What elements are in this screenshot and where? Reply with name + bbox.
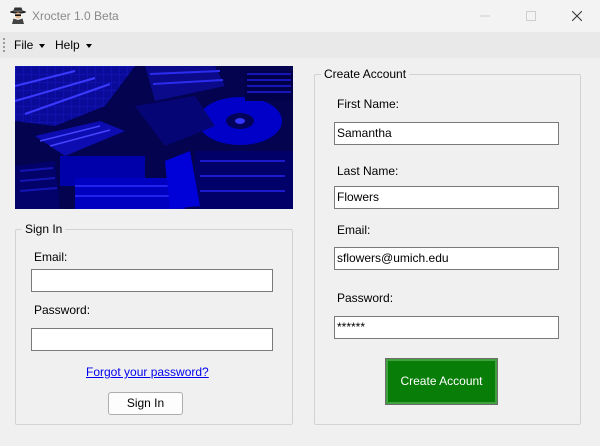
first-name-label: First Name: bbox=[337, 97, 400, 111]
maximize-icon bbox=[526, 11, 536, 21]
create-password-label: Password: bbox=[337, 291, 394, 305]
title-bar: Xrocter 1.0 Beta bbox=[0, 0, 600, 32]
maximize-button[interactable] bbox=[508, 0, 554, 32]
menu-grip[interactable] bbox=[3, 38, 5, 52]
create-account-button[interactable]: Create Account bbox=[385, 358, 498, 405]
forgot-password-link[interactable]: Forgot your password? bbox=[86, 365, 209, 379]
minimize-button[interactable] bbox=[462, 0, 508, 32]
last-name-input[interactable]: Flowers bbox=[334, 186, 559, 209]
create-email-label: Email: bbox=[337, 223, 371, 237]
menu-help-label: Help bbox=[55, 38, 80, 52]
sign-in-email-label: Email: bbox=[34, 250, 68, 264]
banner-image bbox=[15, 66, 293, 209]
create-email-input[interactable]: sflowers@umich.edu bbox=[334, 247, 559, 270]
window-title: Xrocter 1.0 Beta bbox=[32, 9, 119, 23]
menu-bar: File Help bbox=[0, 32, 600, 58]
chevron-down-icon bbox=[85, 43, 92, 48]
spy-agent-icon bbox=[9, 6, 27, 24]
last-name-label: Last Name: bbox=[337, 164, 399, 178]
chevron-down-icon bbox=[39, 43, 46, 48]
menu-file-label: File bbox=[14, 38, 34, 52]
sign-in-password-label: Password: bbox=[34, 303, 91, 317]
menu-help[interactable]: Help bbox=[55, 32, 92, 58]
minimize-icon bbox=[480, 15, 490, 17]
sign-in-email-input[interactable] bbox=[31, 269, 273, 292]
sign-in-button[interactable]: Sign In bbox=[108, 392, 183, 415]
first-name-input[interactable]: Samantha bbox=[334, 122, 559, 145]
create-account-group-title: Create Account bbox=[321, 67, 410, 81]
sign-in-password-input[interactable] bbox=[31, 328, 273, 351]
close-button[interactable] bbox=[554, 0, 600, 32]
menu-file[interactable]: File bbox=[14, 32, 46, 58]
close-icon bbox=[572, 11, 582, 21]
sign-in-group-title: Sign In bbox=[22, 222, 66, 236]
create-password-input[interactable]: ****** bbox=[334, 316, 559, 339]
